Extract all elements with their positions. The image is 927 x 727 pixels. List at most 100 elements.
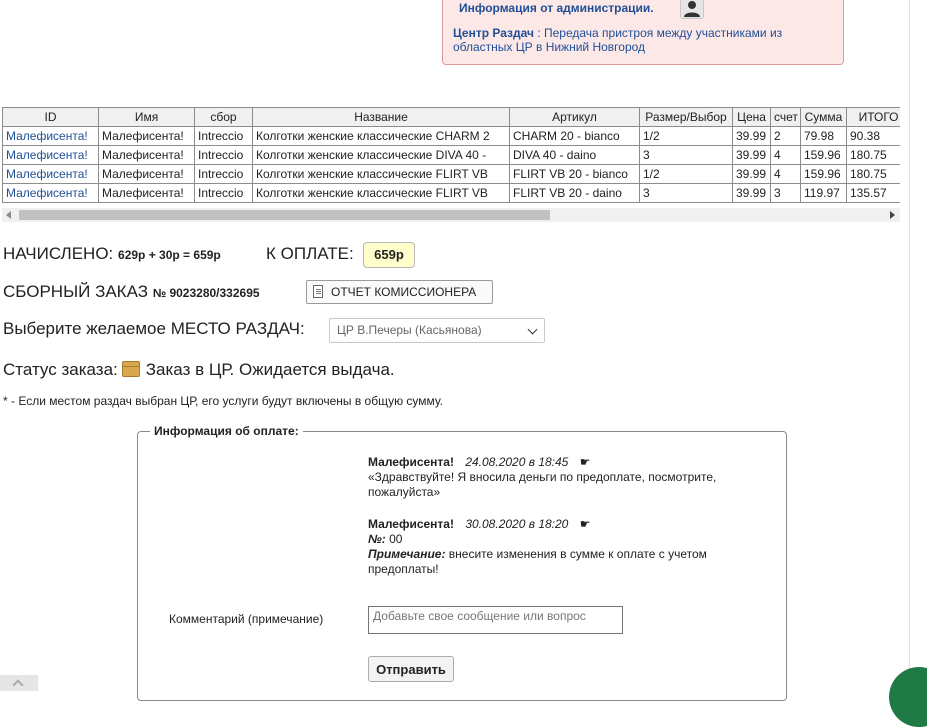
message-author[interactable]: Малефисента!	[368, 517, 454, 531]
document-icon	[313, 285, 323, 298]
comment-label: Комментарий (примечание)	[169, 612, 324, 626]
comment-input[interactable]	[368, 606, 623, 634]
column-header[interactable]: Размер/Выбор	[639, 107, 733, 127]
table-cell: Колготки женские классические DIVA 40 -	[252, 145, 510, 165]
table-cell: FLIRT VB 20 - daino	[509, 183, 640, 203]
table-cell: 1/2	[639, 164, 733, 184]
table-cell: 119.97	[800, 183, 847, 203]
table-cell: 4	[770, 145, 801, 165]
table-cell: 90.38	[846, 126, 900, 146]
table-cell: 39.99	[732, 183, 771, 203]
payment-number-label: №:	[368, 532, 386, 546]
table-cell: 159.96	[800, 145, 847, 165]
table-cell: Intreccio	[194, 164, 253, 184]
package-box-icon	[121, 361, 140, 377]
id-cell[interactable]: Малефисента!	[2, 145, 99, 165]
table-cell: Малефисента!	[98, 164, 195, 184]
order-label: СБОРНЫЙ ЗАКАЗ	[3, 282, 148, 301]
pickup-selected-value: ЦР В.Печеры (Касьянова)	[337, 323, 482, 337]
payment-message: Малефисента! 24.08.2020 в 18:45 ☛ «Здрав…	[368, 455, 768, 500]
page-right-border	[909, 0, 910, 691]
corner-widget[interactable]	[889, 667, 927, 727]
order-number: № 9023280/332695	[152, 286, 260, 300]
table-cell: DIVA 40 - daino	[509, 145, 640, 165]
table-cell: Intreccio	[194, 126, 253, 146]
pickup-footnote: * - Если местом раздач выбран ЦР, его ус…	[3, 394, 444, 408]
pickup-point-select[interactable]: ЦР В.Печеры (Касьянова)	[329, 318, 545, 343]
admin-notice-title: Информация от администрации.	[459, 1, 654, 15]
scrollbar-thumb[interactable]	[19, 210, 550, 220]
accrued-line: НАЧИСЛЕНО: 629р + 30р = 659р	[3, 244, 221, 264]
order-status-line: Статус заказа: Заказ в ЦР. Ожидается выда…	[3, 360, 395, 380]
user-link[interactable]: Малефисента!	[6, 129, 88, 143]
column-header[interactable]: Название	[252, 107, 510, 127]
to-pay-amount: 659р	[363, 242, 415, 268]
table-cell: CHARM 20 - bianco	[509, 126, 640, 146]
table-cell: FLIRT VB 20 - bianco	[509, 164, 640, 184]
admin-notice-link[interactable]: Центр Раздач	[453, 26, 534, 40]
payment-number-value: 00	[385, 532, 403, 546]
message-text: «Здравствуйте! Я вносила деньги по предо…	[368, 470, 717, 499]
table-cell: Малефисента!	[98, 145, 195, 165]
table-row: Малефисента! Малефисента! Intreccio Колг…	[2, 126, 900, 146]
column-header[interactable]: Имя	[98, 107, 195, 127]
message-date: 30.08.2020 в 18:20	[465, 517, 569, 531]
table-cell: 39.99	[732, 164, 771, 184]
column-header[interactable]: ID	[2, 107, 99, 127]
message-author[interactable]: Малефисента!	[368, 455, 454, 469]
user-link[interactable]: Малефисента!	[6, 148, 88, 162]
orders-table: ID Имя сбор Название Артикул Размер/Выбо…	[2, 107, 900, 203]
table-cell: Колготки женские классические CHARM 2	[252, 126, 510, 146]
payment-info-legend: Информация об оплате:	[150, 424, 303, 438]
column-header[interactable]: Сумма	[800, 107, 847, 127]
id-cell[interactable]: Малефисента!	[2, 126, 99, 146]
status-value: Заказ в ЦР. Ожидается выдача.	[145, 360, 395, 379]
id-cell[interactable]: Малефисента!	[2, 183, 99, 203]
column-header[interactable]: Артикул	[509, 107, 640, 127]
table-cell: Intreccio	[194, 183, 253, 203]
table-cell: 1/2	[639, 126, 733, 146]
column-header[interactable]: Цена	[732, 107, 771, 127]
table-cell: 3	[770, 183, 801, 203]
scroll-to-top-button[interactable]	[0, 675, 38, 691]
admin-notice-message: Центр Раздач : Передача пристроя между у…	[453, 26, 833, 54]
table-cell: 39.99	[732, 145, 771, 165]
pointing-hand-icon: ☛	[579, 455, 591, 469]
user-link[interactable]: Малефисента!	[6, 167, 88, 181]
table-row: Малефисента! Малефисента! Intreccio Колг…	[2, 183, 900, 203]
message-date: 24.08.2020 в 18:45	[465, 455, 569, 469]
table-cell: 180.75	[846, 145, 900, 165]
table-cell: Малефисента!	[98, 126, 195, 146]
scroll-left-icon[interactable]	[6, 211, 11, 219]
table-header-row: ID Имя сбор Название Артикул Размер/Выбо…	[2, 107, 900, 127]
table-cell: 79.98	[800, 126, 847, 146]
column-header[interactable]: счет	[770, 107, 801, 127]
id-cell[interactable]: Малефисента!	[2, 164, 99, 184]
column-header[interactable]: сбор	[194, 107, 253, 127]
table-cell: Колготки женские классические FLIRT VB	[252, 164, 510, 184]
table-cell: Intreccio	[194, 145, 253, 165]
pointing-hand-icon: ☛	[579, 517, 591, 531]
column-header[interactable]: ИТОГО П	[846, 107, 900, 127]
table-cell: 4	[770, 164, 801, 184]
table-horizontal-scrollbar[interactable]	[2, 208, 900, 222]
table-row: Малефисента! Малефисента! Intreccio Колг…	[2, 145, 900, 165]
commission-report-button[interactable]: ОТЧЕТ КОМИССИОНЕРА	[306, 280, 493, 304]
user-silhouette-icon	[680, 0, 704, 19]
accrued-value: 629р + 30р = 659р	[118, 248, 221, 262]
table-cell: 135.57	[846, 183, 900, 203]
pickup-label: Выберите желаемое МЕСТО РАЗДАЧ:	[3, 319, 305, 338]
table-cell: 2	[770, 126, 801, 146]
table-row: Малефисента! Малефисента! Intreccio Колг…	[2, 164, 900, 184]
status-label: Статус заказа:	[3, 360, 118, 379]
table-cell: Колготки женские классические FLIRT VB	[252, 183, 510, 203]
order-line: СБОРНЫЙ ЗАКАЗ № 9023280/332695	[3, 282, 260, 302]
user-link[interactable]: Малефисента!	[6, 186, 88, 200]
table-cell: 3	[639, 145, 733, 165]
chevron-down-icon	[527, 324, 538, 335]
table-cell: 3	[639, 183, 733, 203]
table-cell: 39.99	[732, 126, 771, 146]
admin-notice: Информация от администрации. Центр Разда…	[442, 0, 844, 65]
send-button[interactable]: Отправить	[368, 656, 454, 682]
scroll-right-icon[interactable]	[890, 211, 895, 219]
